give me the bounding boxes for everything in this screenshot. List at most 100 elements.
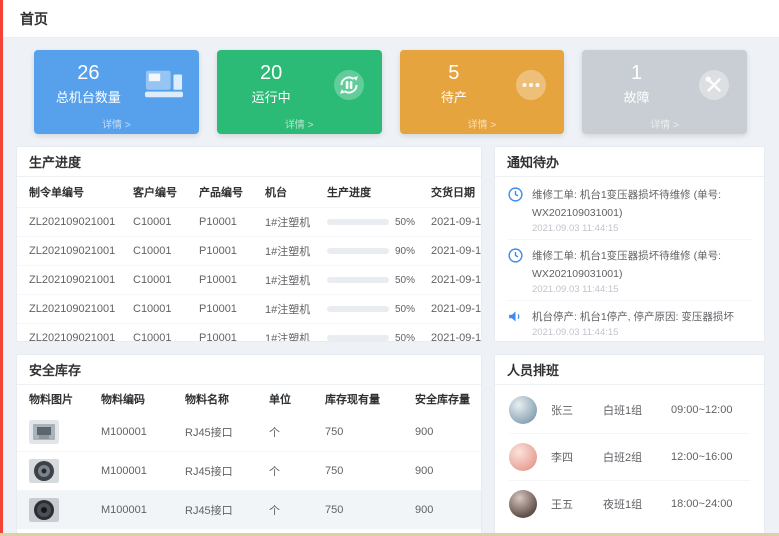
table-row: ZL202109021001 C10001 P10001 1#注塑机 50% 2… (17, 208, 482, 237)
table-header-row: 物料图片 物料编码 物料名称 单位 库存现有量 安全库存量 (17, 385, 482, 413)
staff-row: 王五 夜班1组 18:00~24:00 (509, 481, 750, 527)
ellipsis-icon (514, 68, 548, 107)
order-cell: ZL202109021001 (17, 237, 129, 266)
card-detail-link[interactable]: 详情 > (34, 116, 199, 131)
product-cell: P10001 (195, 324, 261, 343)
progress-cell: 90% (323, 237, 427, 266)
customer-cell: C10001 (129, 295, 195, 324)
product-cell: P10001 (195, 208, 261, 237)
notification-item[interactable]: 机台停产: 机台1停产, 停产原因: 变压器损坏 2021.09.03 11:4… (507, 301, 752, 342)
notification-time: 2021.09.03 11:44:15 (532, 223, 752, 234)
staff-name: 李四 (551, 449, 603, 465)
table-row: ZL202109021001 C10001 P10001 1#注塑机 50% 2… (17, 266, 482, 295)
progress-label: 50% (395, 217, 415, 228)
column-header: 安全库存量 (411, 385, 482, 413)
safety-cell: 900 (411, 491, 482, 530)
staff-time: 09:00~12:00 (671, 404, 732, 416)
progress-cell: 50% (323, 324, 427, 343)
notification-time: 2021.09.03 11:44:15 (532, 327, 734, 338)
avatar (509, 443, 537, 471)
staff-list: 张三 白班1组 09:00~12:00 李四 白班2组 12:00~16:00 … (495, 385, 764, 527)
code-cell: M100001 (97, 491, 181, 530)
order-cell: ZL202109021001 (17, 208, 129, 237)
staff-name: 王五 (551, 496, 603, 512)
notification-text: 维修工单: 机台1变压器损坏待维修 (单号: WX202109031001) (532, 250, 721, 280)
column-header: 交货日期 (427, 177, 482, 208)
progress-bar (327, 277, 389, 283)
date-cell: 2021-09-10 (427, 324, 482, 343)
machine-icon (145, 68, 183, 105)
machine-cell: 1#注塑机 (261, 237, 323, 266)
column-header: 单位 (265, 385, 321, 413)
speaker-icon (507, 307, 524, 338)
card-value: 5 (400, 62, 509, 85)
machine-cell: 1#注塑机 (261, 208, 323, 237)
column-header: 库存现有量 (321, 385, 411, 413)
column-header: 物料名称 (181, 385, 265, 413)
staff-time: 12:00~16:00 (671, 451, 732, 463)
clock-icon (507, 185, 524, 234)
progress-bar (327, 335, 389, 341)
stat-cards: 26 总机台数量 详情 > 20 运行中 (16, 50, 765, 134)
main-content: 26 总机台数量 详情 > 20 运行中 (0, 38, 779, 534)
safety-stock-panel: 安全库存 物料图片 物料编码 物料名称 单位 库存现有量 安全库存量 (16, 354, 482, 534)
card-waiting[interactable]: 5 待产 详情 > (400, 50, 565, 134)
production-table: 制令单编号 客户编号 产品编号 机台 生产进度 交货日期 ZL202109021… (17, 177, 482, 342)
material-image (29, 459, 59, 483)
order-cell: ZL202109021001 (17, 324, 129, 343)
order-cell: ZL202109021001 (17, 295, 129, 324)
panel-title: 生产进度 (17, 147, 481, 177)
card-label: 故障 (582, 87, 691, 106)
staff-name: 张三 (551, 402, 603, 418)
date-cell: 2021-09-10 (427, 237, 482, 266)
unit-cell: 个 (265, 452, 321, 491)
avatar (509, 490, 537, 518)
code-cell: M100001 (97, 413, 181, 452)
progress-bar (327, 248, 389, 254)
staff-row: 张三 白班1组 09:00~12:00 (509, 387, 750, 434)
staff-shift: 夜班1组 (603, 496, 671, 512)
machine-cell: 1#注塑机 (261, 266, 323, 295)
column-header: 物料图片 (17, 385, 97, 413)
staff-shift: 白班1组 (603, 402, 671, 418)
left-accent-strip (0, 0, 3, 536)
progress-bar (327, 306, 389, 312)
column-header: 客户编号 (129, 177, 195, 208)
stock-cell: 750 (321, 491, 411, 530)
table-row: M100001 RJ45接口 个 750 900 (17, 491, 482, 530)
staff-time: 18:00~24:00 (671, 498, 732, 510)
table-row: ZL202109021001 C10001 P10001 1#注塑机 90% 2… (17, 237, 482, 266)
notification-item[interactable]: 维修工单: 机台1变压器损坏待维修 (单号: WX202109031001) 2… (507, 240, 752, 301)
card-detail-link[interactable]: 详情 > (217, 116, 382, 131)
customer-cell: C10001 (129, 208, 195, 237)
card-value: 26 (34, 62, 143, 85)
material-image (29, 498, 59, 522)
inventory-table: 物料图片 物料编码 物料名称 单位 库存现有量 安全库存量 M100001 (17, 385, 482, 529)
notification-item[interactable]: 维修工单: 机台1变压器损坏待维修 (单号: WX202109031001) 2… (507, 179, 752, 240)
notification-list: 维修工单: 机台1变压器损坏待维修 (单号: WX202109031001) 2… (495, 177, 764, 342)
column-header: 物料编码 (97, 385, 181, 413)
material-image-cell (17, 452, 97, 491)
card-value: 1 (582, 62, 691, 85)
date-cell: 2021-09-10 (427, 208, 482, 237)
table-header-row: 制令单编号 客户编号 产品编号 机台 生产进度 交货日期 (17, 177, 482, 208)
card-running[interactable]: 20 运行中 详情 > (217, 50, 382, 134)
panel-title: 人员排班 (495, 355, 764, 385)
stock-cell: 750 (321, 413, 411, 452)
notification-text: 机台停产: 机台1停产, 停产原因: 变压器损坏 (532, 311, 734, 323)
card-total-machines[interactable]: 26 总机台数量 详情 > (34, 50, 199, 134)
card-detail-link[interactable]: 详情 > (400, 116, 565, 131)
progress-label: 50% (395, 333, 415, 343)
safety-cell: 900 (411, 413, 482, 452)
card-detail-link[interactable]: 详情 > (582, 116, 747, 131)
material-image-cell (17, 413, 97, 452)
card-label: 总机台数量 (34, 87, 143, 106)
staff-shift: 白班2组 (603, 449, 671, 465)
progress-label: 90% (395, 246, 415, 257)
table-row: M100001 RJ45接口 个 750 900 (17, 452, 482, 491)
progress-cell: 50% (323, 208, 427, 237)
progress-label: 50% (395, 304, 415, 315)
name-cell: RJ45接口 (181, 413, 265, 452)
staff-row: 李四 白班2组 12:00~16:00 (509, 434, 750, 481)
card-fault[interactable]: 1 故障 详情 > (582, 50, 747, 134)
